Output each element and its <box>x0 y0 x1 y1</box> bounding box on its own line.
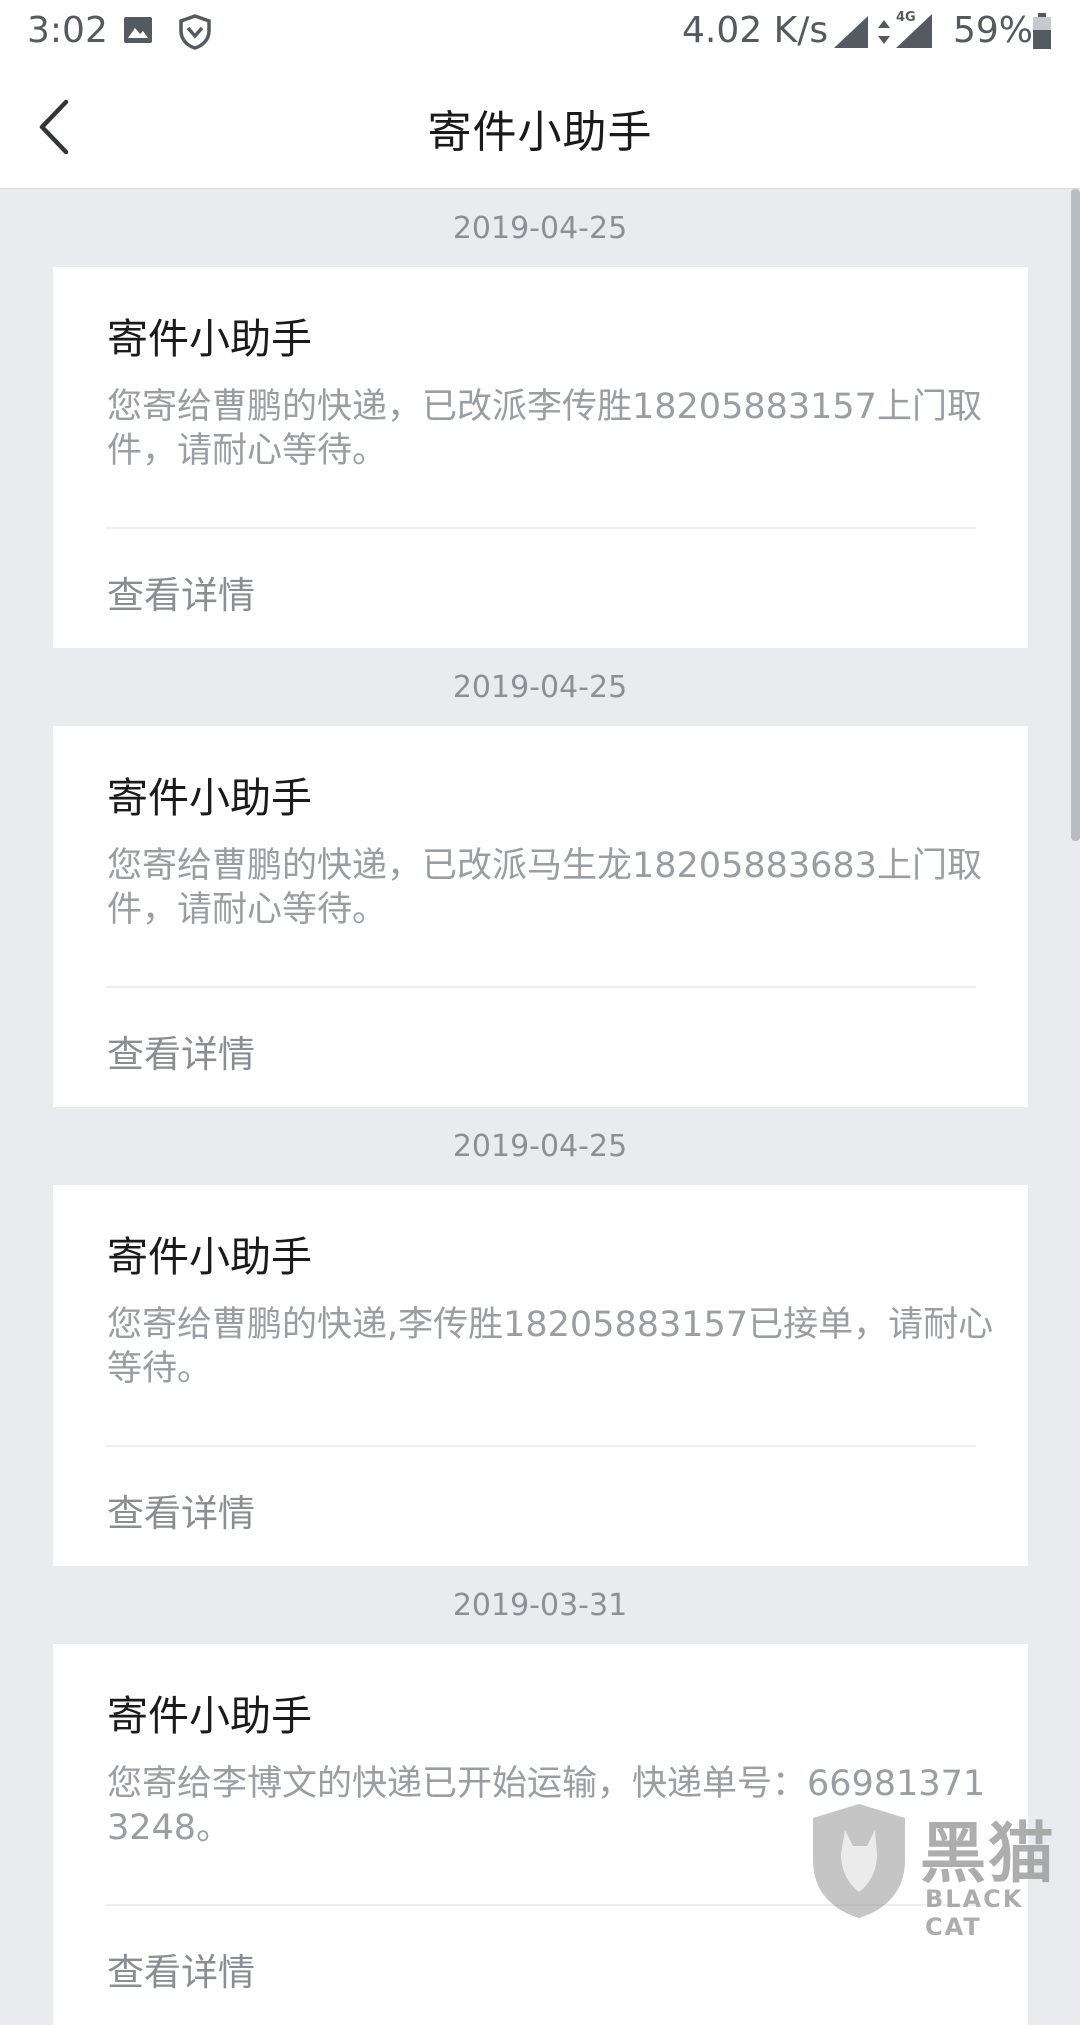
scrollbar[interactable] <box>1071 189 1080 841</box>
divider <box>106 986 976 988</box>
network-speed: 4.02 K/s <box>682 10 829 51</box>
message-title: 寄件小助手 <box>107 1233 312 1281</box>
date-label: 2019-03-31 <box>452 1588 628 1623</box>
message-body: 您寄给曹鹏的快递,李传胜18205883157已接单，请耐心等待。 <box>107 1305 994 1389</box>
shield-icon <box>179 14 211 50</box>
view-details-link[interactable]: 查看详情 <box>107 1942 255 1996</box>
message-card: 寄件小助手 您寄给曹鹏的快递，已改派马生龙18205883683上门取件，请耐心… <box>53 726 1028 1107</box>
message-list: 2019-04-25 寄件小助手 您寄给曹鹏的快递，已改派李传胜18205883… <box>0 189 1080 2025</box>
data-arrows-icon <box>878 20 890 44</box>
message-title: 寄件小助手 <box>107 1692 312 1740</box>
view-details-link[interactable]: 查看详情 <box>107 1483 255 1537</box>
message-title: 寄件小助手 <box>107 315 312 363</box>
signal-icon <box>834 16 868 48</box>
view-details-link[interactable]: 查看详情 <box>107 1024 255 1078</box>
view-details-link[interactable]: 查看详情 <box>107 565 255 619</box>
watermark: 黑猫 BLACK CAT <box>805 1800 1080 1941</box>
divider <box>106 1445 976 1447</box>
header: 寄件小助手 <box>0 66 1080 189</box>
network-type-label: 4G <box>896 10 916 25</box>
date-label: 2019-04-25 <box>452 670 628 705</box>
date-label: 2019-04-25 <box>452 1129 628 1164</box>
message-card: 寄件小助手 您寄给曹鹏的快递,李传胜18205883157已接单，请耐心等待。 … <box>53 1185 1028 1566</box>
message-title: 寄件小助手 <box>107 774 312 822</box>
message-body: 您寄给曹鹏的快递，已改派李传胜18205883157上门取件，请耐心等待。 <box>107 387 982 471</box>
black-cat-logo-icon <box>813 1804 905 1918</box>
message-card: 寄件小助手 您寄给曹鹏的快递，已改派李传胜18205883157上门取件，请耐心… <box>53 267 1028 648</box>
message-body: 您寄给曹鹏的快递，已改派马生龙18205883683上门取件，请耐心等待。 <box>107 846 982 930</box>
status-time: 3:02 <box>27 10 108 51</box>
divider <box>106 527 976 529</box>
battery-icon <box>1033 13 1051 49</box>
battery-percent: 59% <box>953 10 1034 51</box>
watermark-text-cn: 黑猫 <box>920 1815 1056 1892</box>
page-title: 寄件小助手 <box>427 107 653 158</box>
image-icon <box>124 17 152 43</box>
status-bar: 3:02 4.02 K/s 4G 59% <box>0 0 1080 66</box>
date-label: 2019-04-25 <box>452 211 628 246</box>
watermark-text-en: BLACK CAT <box>925 1885 1024 1941</box>
